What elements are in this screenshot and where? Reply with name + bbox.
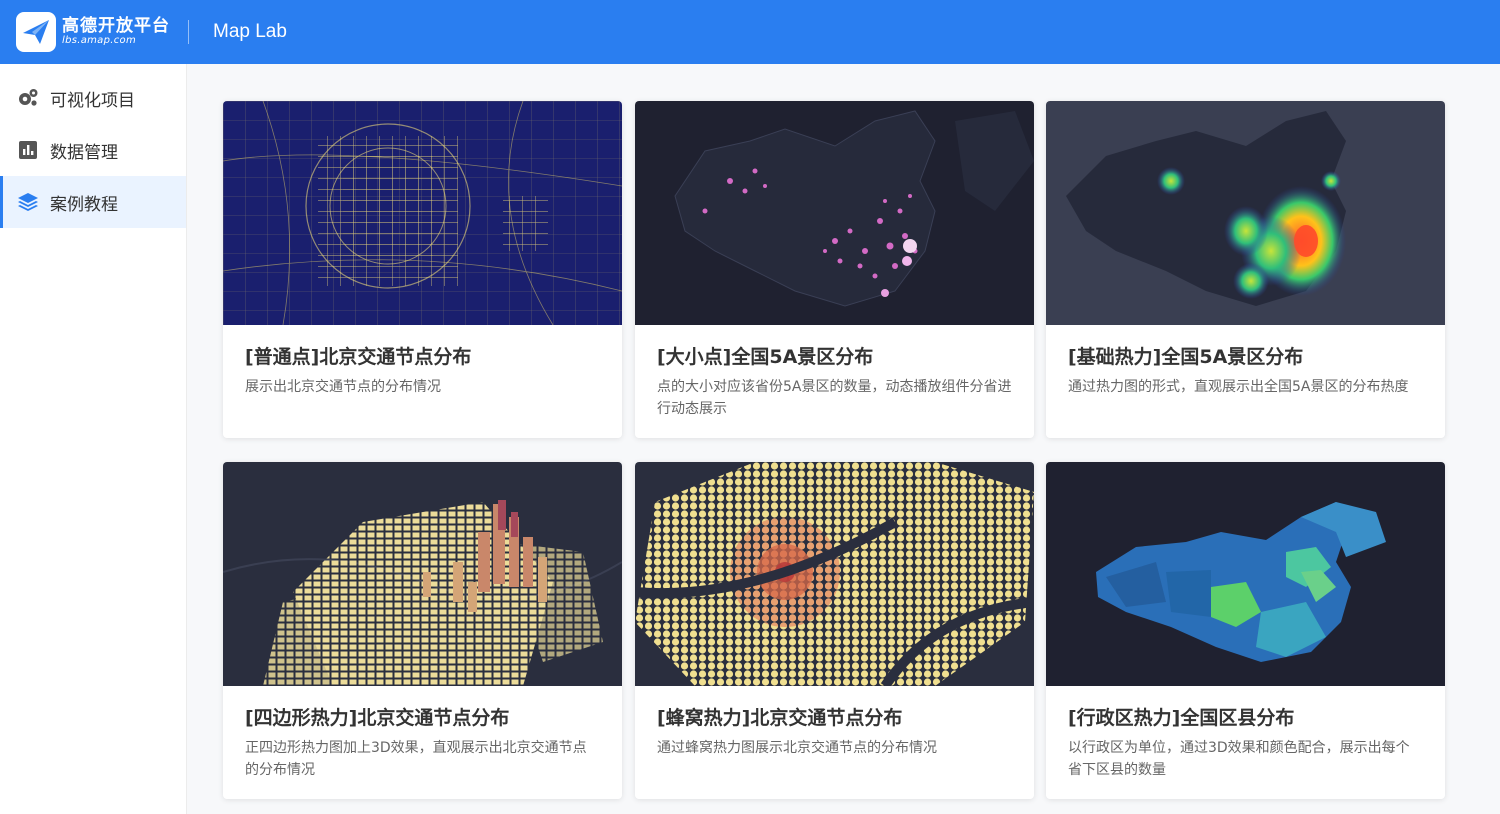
logo-url: lbs.amap.com [62,34,136,46]
card-description: 展示出北京交通节点的分布情况 [245,379,441,395]
app-title[interactable]: Map Lab [213,21,287,43]
paper-plane-logo-icon [16,12,56,52]
case-card[interactable]: [四边形热力]北京交通节点分布 正四边形热力图加上3D效果，直观展示出北京交通节… [223,462,622,799]
case-card[interactable]: [行政区热力]全国区县分布 以行政区为单位，通过3D效果和颜色配合，展示出每个省… [1046,462,1445,799]
card-title: [基础热力]全国5A景区分布 [1068,346,1304,368]
amap-logo[interactable]: 高德开放平台 lbs.amap.com [16,0,170,64]
case-card[interactable]: [普通点]北京交通节点分布 展示出北京交通节点的分布情况 [223,101,622,438]
sidebar-item-label: 数据管理 [50,142,118,163]
china-5a-heatmap-thumbnail [1046,101,1445,325]
china-5a-size-points-thumbnail [635,101,1034,325]
card-title: [蜂窝热力]北京交通节点分布 [657,707,903,729]
sidebar-item-case-tutorials[interactable]: 案例教程 [0,176,186,228]
sidebar-item-data-management[interactable]: 数据管理 [0,124,186,176]
card-title: [行政区热力]全国区县分布 [1068,707,1295,729]
bar-chart-icon [16,138,40,162]
beijing-traffic-points-thumbnail [223,101,622,325]
card-description: 通过蜂窝热力图展示北京交通节点的分布情况 [657,740,937,756]
sidebar-item-label: 案例教程 [50,194,118,215]
card-description: 通过热力图的形式，直观展示出全国5A景区的分布热度 [1068,379,1409,395]
case-gallery: [普通点]北京交通节点分布 展示出北京交通节点的分布情况 [大小点]全国5A景区… [187,64,1500,814]
layers-icon [16,190,40,214]
case-card[interactable]: [蜂窝热力]北京交通节点分布 通过蜂窝热力图展示北京交通节点的分布情况 [635,462,1034,799]
case-card[interactable]: [大小点]全国5A景区分布 点的大小对应该省份5A景区的数量，动态播放组件分省进… [635,101,1034,438]
gear-cluster-icon [16,86,40,110]
card-description: 点的大小对应该省份5A景区的数量，动态播放组件分省进行动态展示 [657,379,1012,417]
logo-name: 高德开放平台 [62,15,170,36]
card-description: 正四边形热力图加上3D效果，直观展示出北京交通节点的分布情况 [245,740,587,778]
card-title: [普通点]北京交通节点分布 [245,346,472,368]
sidebar: 可视化项目 数据管理 案例教程 [0,64,187,814]
sidebar-item-visual-projects[interactable]: 可视化项目 [0,72,186,124]
header-divider [188,20,189,44]
china-district-choropleth-thumbnail [1046,462,1445,686]
beijing-3d-square-heatmap-thumbnail [223,462,622,686]
card-title: [四边形热力]北京交通节点分布 [245,707,510,729]
card-title: [大小点]全国5A景区分布 [657,346,874,368]
sidebar-item-label: 可视化项目 [50,90,135,111]
top-bar: 高德开放平台 lbs.amap.com Map Lab [0,0,1500,64]
beijing-hexbin-heatmap-thumbnail [635,462,1034,686]
case-card[interactable]: [基础热力]全国5A景区分布 通过热力图的形式，直观展示出全国5A景区的分布热度 [1046,101,1445,438]
card-description: 以行政区为单位，通过3D效果和颜色配合，展示出每个省下区县的数量 [1068,740,1410,778]
